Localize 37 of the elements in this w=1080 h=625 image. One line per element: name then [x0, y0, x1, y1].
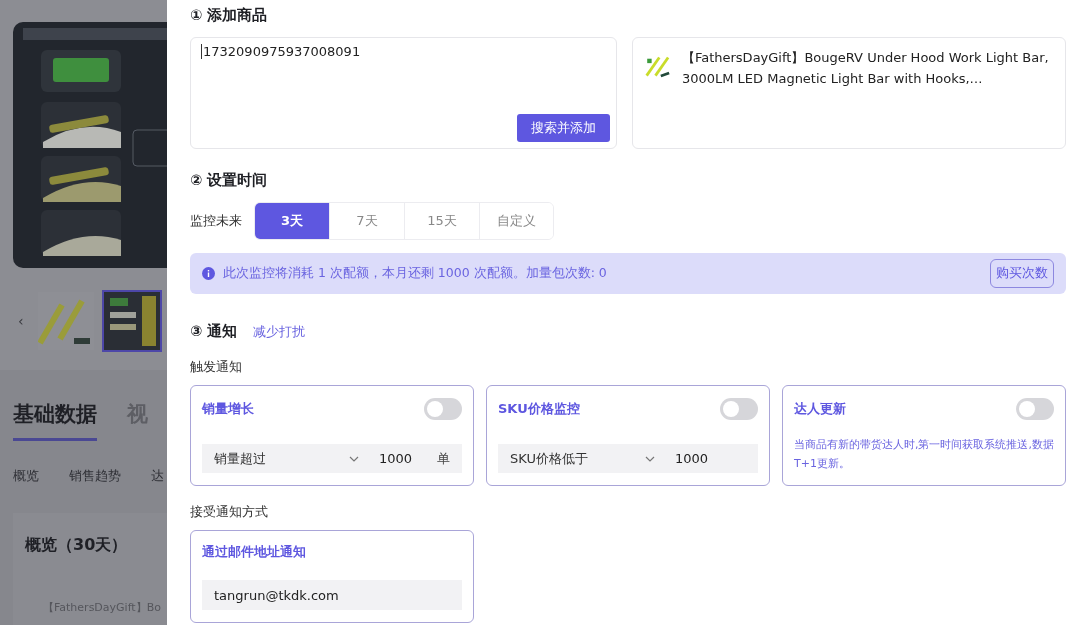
- sub-tab[interactable]: 概览: [13, 467, 39, 485]
- reduce-disturbance-link[interactable]: 减少打扰: [253, 322, 306, 341]
- section-title: ③ 通知: [190, 322, 238, 341]
- threshold-value[interactable]: 1000: [379, 451, 437, 466]
- product-name: 【FathersDayGift】BougeRV Under Hood Work Light Bar, 3000LM LED Magnetic Light Bar with Hooks,…: [681, 49, 1050, 88]
- email-field[interactable]: tangrun@tkdk.com: [202, 580, 462, 610]
- field-label: 监控未来: [190, 212, 242, 230]
- overview-title: 概览（30天）: [25, 535, 129, 556]
- sub-tab[interactable]: 达: [151, 467, 164, 485]
- channel-title: 通过邮件地址通知: [202, 543, 306, 561]
- toggle-switch[interactable]: [424, 398, 462, 420]
- buy-quota-button[interactable]: 购买次数: [990, 259, 1054, 288]
- trigger-title: 达人更新: [794, 400, 846, 418]
- section-title: ① 添加商品: [190, 6, 268, 25]
- sub-tab[interactable]: 销售趋势: [69, 467, 121, 485]
- duration-option[interactable]: 3天: [255, 203, 330, 239]
- trigger-title: 销量增长: [202, 400, 254, 418]
- condition-select[interactable]: SKU价格低于: [510, 449, 655, 468]
- info-icon: [202, 267, 215, 280]
- threshold-value[interactable]: 1000: [675, 451, 746, 466]
- notice-text: 此次监控将消耗 1 次配额，本月还剩 1000 次配额。加量包次数: 0: [223, 265, 608, 282]
- toggle-switch[interactable]: [720, 398, 758, 420]
- unit-label: 单: [437, 449, 450, 468]
- chevron-down-icon: [349, 455, 359, 462]
- search-add-button[interactable]: 搜索并添加: [516, 114, 610, 142]
- previous-arrow[interactable]: ‹: [18, 313, 24, 329]
- tab[interactable]: 基础数据: [13, 400, 97, 441]
- field-label: 接受通知方式: [190, 503, 269, 521]
- condition-select[interactable]: 销量超过: [214, 449, 359, 468]
- field-label: 触发通知: [190, 358, 243, 376]
- section-title: ② 设置时间: [190, 171, 268, 190]
- trigger-description: 当商品有新的带货达人时,第一时间获取系统推送,数据T+1更新。: [794, 437, 1054, 472]
- product-id-input[interactable]: 1732090975937008091 搜索并添加: [190, 37, 617, 149]
- trigger-title: SKU价格监控: [498, 400, 580, 418]
- thumbnail[interactable]: [101, 290, 162, 352]
- toggle-switch[interactable]: [1016, 398, 1054, 420]
- chevron-down-icon: [645, 455, 655, 462]
